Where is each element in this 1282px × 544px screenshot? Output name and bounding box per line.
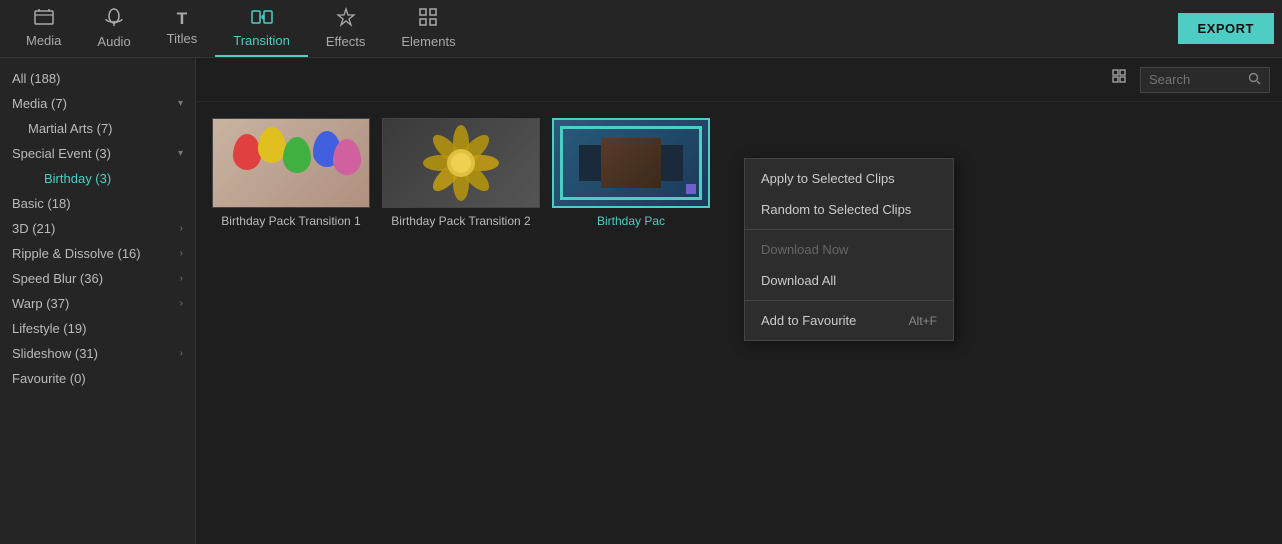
speed-blur-chevron-icon [180,273,183,284]
card-label-bpt2: Birthday Pack Transition 2 [382,214,540,230]
ctx-download-now: Download Now [745,234,953,265]
sidebar-item-martial-arts[interactable]: Martial Arts (7) [0,116,195,141]
sidebar-item-martial-arts-label: Martial Arts (7) [28,121,113,136]
sidebar-item-slideshow-label: Slideshow (31) [12,346,98,361]
search-box [1140,67,1270,93]
ctx-add-favourite[interactable]: Add to Favourite Alt+F [745,305,953,336]
card-thumb-bpt3 [552,118,710,208]
card-label-bpt1: Birthday Pack Transition 1 [212,214,370,230]
sidebar-item-special-event-label: Special Event (3) [12,146,111,161]
nav-elements[interactable]: Elements [383,0,473,57]
nav-titles[interactable]: T Titles [149,0,216,57]
transition-icon [251,8,273,29]
nav-audio[interactable]: Audio [79,0,148,57]
ctx-download-all-label: Download All [761,273,836,288]
sidebar-item-3d-label: 3D (21) [12,221,55,236]
ctx-divider2 [745,300,953,301]
ctx-add-favourite-label: Add to Favourite [761,313,856,328]
grid-view-button[interactable] [1108,65,1132,94]
flower-svg [411,123,511,203]
ctx-random-selected-label: Random to Selected Clips [761,202,911,217]
purple-dot [686,184,696,194]
thumb-flower [383,119,539,207]
sidebar-item-all-label: All (188) [12,71,60,86]
top-nav: Media Audio T Titles Transition [0,0,1282,58]
sidebar-item-speed-blur-label: Speed Blur (36) [12,271,103,286]
grid-card-bpt3[interactable]: Birthday Pac [552,118,710,230]
balloon-pink [333,139,361,175]
sidebar-item-3d[interactable]: 3D (21) [0,216,195,241]
items-grid: Birthday Pack Transition 1 [196,102,1282,544]
ctx-apply-selected[interactable]: Apply to Selected Clips [745,163,953,194]
sidebar-item-all[interactable]: All (188) [0,66,195,91]
titles-icon: T [177,10,187,27]
sidebar-item-speed-blur[interactable]: Speed Blur (36) [0,266,195,291]
export-button[interactable]: EXPORT [1178,13,1274,44]
sidebar-item-ripple-label: Ripple & Dissolve (16) [12,246,141,261]
thumb-balloons [213,119,369,207]
sidebar-item-lifestyle-label: Lifestyle (19) [12,321,86,336]
card-label-bpt3: Birthday Pac [552,214,710,230]
sidebar-item-media[interactable]: Media (7) [0,91,195,116]
ctx-download-all[interactable]: Download All [745,265,953,296]
ctx-add-favourite-shortcut: Alt+F [909,314,937,328]
nav-effects-label: Effects [326,34,366,49]
special-event-chevron-icon [178,148,183,159]
ripple-chevron-icon [180,248,183,259]
context-menu: Apply to Selected Clips Random to Select… [744,158,954,341]
sidebar-item-birthday-label: Birthday (3) [44,171,111,186]
ctx-apply-selected-label: Apply to Selected Clips [761,171,895,186]
nav-transition[interactable]: Transition [215,0,308,57]
grid-card-bpt2[interactable]: Birthday Pack Transition 2 [382,118,540,230]
nav-elements-label: Elements [401,34,455,49]
sidebar: All (188) Media (7) Martial Arts (7) Spe… [0,58,196,544]
grid-card-bpt1[interactable]: Birthday Pack Transition 1 [212,118,370,230]
frame-border [560,126,702,200]
nav-titles-label: Titles [167,31,198,46]
sidebar-item-ripple[interactable]: Ripple & Dissolve (16) [0,241,195,266]
ctx-download-now-label: Download Now [761,242,848,257]
sidebar-item-favourite-label: Favourite (0) [12,371,86,386]
main-layout: All (188) Media (7) Martial Arts (7) Spe… [0,58,1282,544]
content-area: Birthday Pack Transition 1 [196,58,1282,544]
sidebar-item-basic-label: Basic (18) [12,196,71,211]
balloon-green [283,137,311,173]
audio-icon [105,7,123,30]
search-input[interactable] [1149,72,1242,87]
media-icon [34,8,54,29]
slideshow-chevron-icon [180,348,183,359]
card-thumb-bpt1 [212,118,370,208]
thumb-frame [554,120,708,206]
sidebar-item-special-event[interactable]: Special Event (3) [0,141,195,166]
nav-transition-label: Transition [233,33,290,48]
effects-icon [336,7,356,30]
ctx-random-selected[interactable]: Random to Selected Clips [745,194,953,225]
search-icon [1248,72,1261,88]
warp-chevron-icon [180,298,183,309]
3d-chevron-icon [180,223,183,234]
sidebar-item-lifestyle[interactable]: Lifestyle (19) [0,316,195,341]
nav-media-label: Media [26,33,61,48]
ctx-divider1 [745,229,953,230]
balloon-yellow [258,127,286,163]
sidebar-item-favourite[interactable]: Favourite (0) [0,366,195,391]
frame-img [601,138,661,188]
sidebar-item-warp[interactable]: Warp (37) [0,291,195,316]
nav-effects[interactable]: Effects [308,0,384,57]
sidebar-item-warp-label: Warp (37) [12,296,69,311]
sidebar-item-birthday[interactable]: Birthday (3) [0,166,195,191]
elements-icon [418,7,438,30]
sidebar-item-slideshow[interactable]: Slideshow (31) [0,341,195,366]
sidebar-item-media-label: Media (7) [12,96,67,111]
media-chevron-icon [178,98,183,109]
sidebar-item-basic[interactable]: Basic (18) [0,191,195,216]
card-thumb-bpt2 [382,118,540,208]
nav-audio-label: Audio [97,34,130,49]
frame-inner [579,145,683,181]
nav-media[interactable]: Media [8,0,79,57]
content-toolbar [196,58,1282,102]
balloon-red [233,134,261,170]
